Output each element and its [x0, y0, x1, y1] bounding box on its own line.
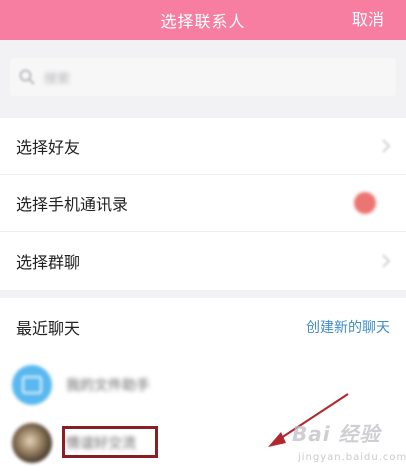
- watermark-url: jingyan.baidu.com: [298, 452, 406, 463]
- watermark-brand: Bai 经验: [292, 422, 381, 446]
- watermark: Bai 经验 jingyan.baidu.com: [292, 418, 406, 470]
- annotation-arrow-icon: [268, 393, 349, 447]
